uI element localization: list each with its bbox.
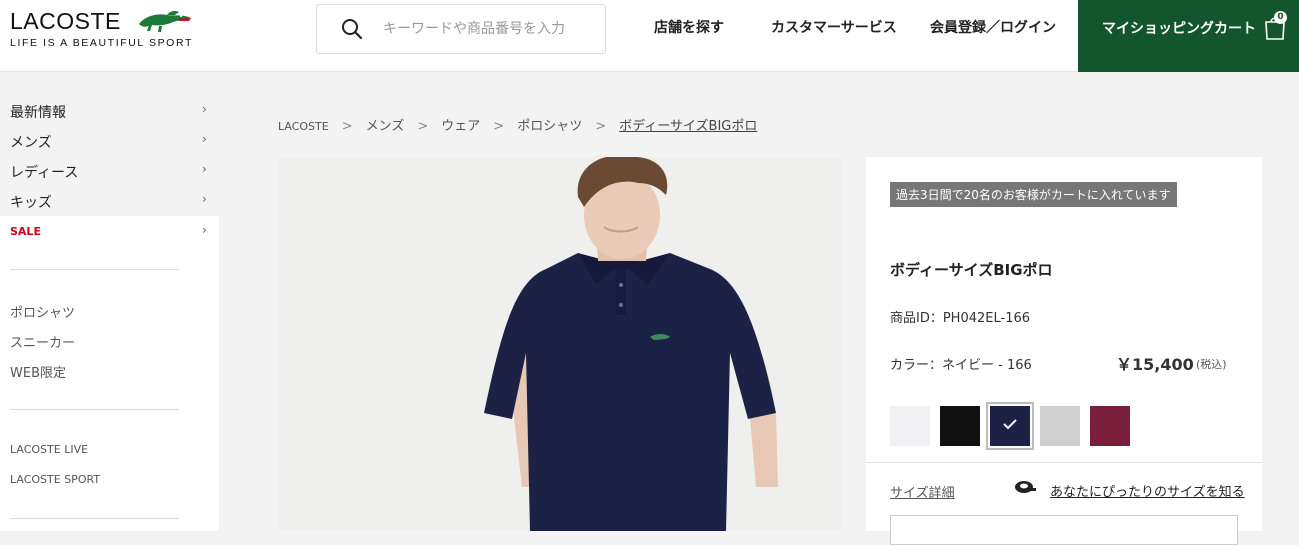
find-your-size-link[interactable]: あなたにぴったりのサイズを知る (1050, 481, 1245, 500)
breadcrumb-item[interactable]: ポロシャツ (517, 115, 582, 134)
nav-customer-service[interactable]: カスタマーサービス (771, 17, 897, 37)
breadcrumb-item[interactable]: LACOSTE (278, 120, 329, 133)
color-swatch-white[interactable] (890, 406, 930, 446)
crocodile-logo-icon (139, 11, 191, 32)
model-in-polo-illustration (278, 157, 842, 531)
size-detail-link[interactable]: サイズ詳細 (890, 482, 955, 501)
sidebar-link-lacoste-live[interactable]: LACOSTE LIVE (10, 443, 88, 456)
nav-register-login[interactable]: 会員登録／ログイン (930, 17, 1056, 37)
chevron-right-icon: › (202, 192, 207, 206)
chevron-right-icon: › (202, 132, 207, 146)
sidebar: 最新情報 › メンズ › レディース › キッズ › SALE › ポロシャツ … (0, 73, 219, 531)
sidebar-divider (10, 409, 179, 410)
breadcrumb: LACOSTE > メンズ > ウェア > ポロシャツ > ボディーサイズBIGポロ (278, 115, 757, 134)
product-title: ボディーサイズBIGポロ (890, 261, 1053, 279)
product-color: カラー：ネイビー - 166 (890, 358, 1032, 373)
checkmark-icon (1003, 419, 1017, 430)
breadcrumb-item[interactable]: メンズ (366, 115, 405, 134)
sidebar-item-mens[interactable]: メンズ › (0, 125, 219, 155)
breadcrumb-current[interactable]: ボディーサイズBIGポロ (619, 115, 757, 134)
size-select[interactable] (890, 515, 1238, 545)
search-input[interactable] (383, 15, 593, 43)
chevron-right-icon: > (341, 119, 353, 134)
color-swatch-gray[interactable] (1040, 406, 1080, 446)
chevron-right-icon: › (202, 102, 207, 116)
product-id: 商品ID：PH042EL-166 (890, 311, 1031, 326)
sidebar-link-lacoste-sport[interactable]: LACOSTE SPORT (10, 473, 100, 486)
chevron-right-icon: > (417, 119, 429, 134)
sidebar-item-new[interactable]: 最新情報 › (0, 95, 219, 125)
chevron-right-icon: > (595, 119, 607, 134)
search-icon[interactable] (341, 18, 363, 40)
sidebar-item-sale[interactable]: SALE › (0, 216, 219, 246)
tax-note: (税込) (1196, 358, 1227, 371)
sidebar-link-sneakers[interactable]: スニーカー (10, 332, 75, 351)
product-info-panel: 過去3日間で20名のお客様がカートに入れています ボディーサイズBIGポロ 商品… (866, 157, 1262, 545)
sidebar-item-ladies[interactable]: レディース › (0, 155, 219, 185)
breadcrumb-item[interactable]: ウェア (441, 115, 480, 134)
logo-wordmark: LACOSTE (10, 8, 121, 34)
cart-label: マイショッピングカート (1102, 21, 1256, 37)
cart-count-badge: 0 (1274, 11, 1287, 24)
chevron-right-icon: › (202, 162, 207, 176)
logo-tagline: LIFE IS A BEAUTIFUL SPORT (10, 37, 193, 49)
sidebar-divider (10, 269, 179, 270)
color-swatch-black[interactable] (940, 406, 980, 446)
product-price: ￥15,400 (1116, 355, 1194, 374)
cart-activity-notice: 過去3日間で20名のお客様がカートに入れています (890, 182, 1177, 207)
chevron-right-icon: › (202, 223, 207, 237)
product-image[interactable] (278, 157, 842, 531)
sidebar-link-web-limited[interactable]: WEB限定 (10, 362, 66, 381)
sidebar-divider (10, 518, 179, 519)
chevron-right-icon: > (493, 119, 505, 134)
shopping-cart-button[interactable]: マイショッピングカート 0 (1078, 0, 1299, 72)
measuring-tape-icon (1015, 481, 1036, 493)
nav-find-store[interactable]: 店舗を探す (654, 17, 724, 37)
site-header: LACOSTE LIFE IS A BEAUTIFUL SPORT 店舗を探す … (0, 0, 1299, 72)
panel-divider (866, 462, 1262, 463)
search-box[interactable] (316, 4, 606, 54)
sidebar-link-polo[interactable]: ポロシャツ (10, 302, 75, 321)
sidebar-item-kids[interactable]: キッズ › (0, 185, 219, 215)
color-swatch-navy[interactable] (986, 402, 1034, 450)
lacoste-logo[interactable]: LACOSTE LIFE IS A BEAUTIFUL SPORT (10, 8, 193, 58)
color-swatch-bordeaux[interactable] (1090, 406, 1130, 446)
